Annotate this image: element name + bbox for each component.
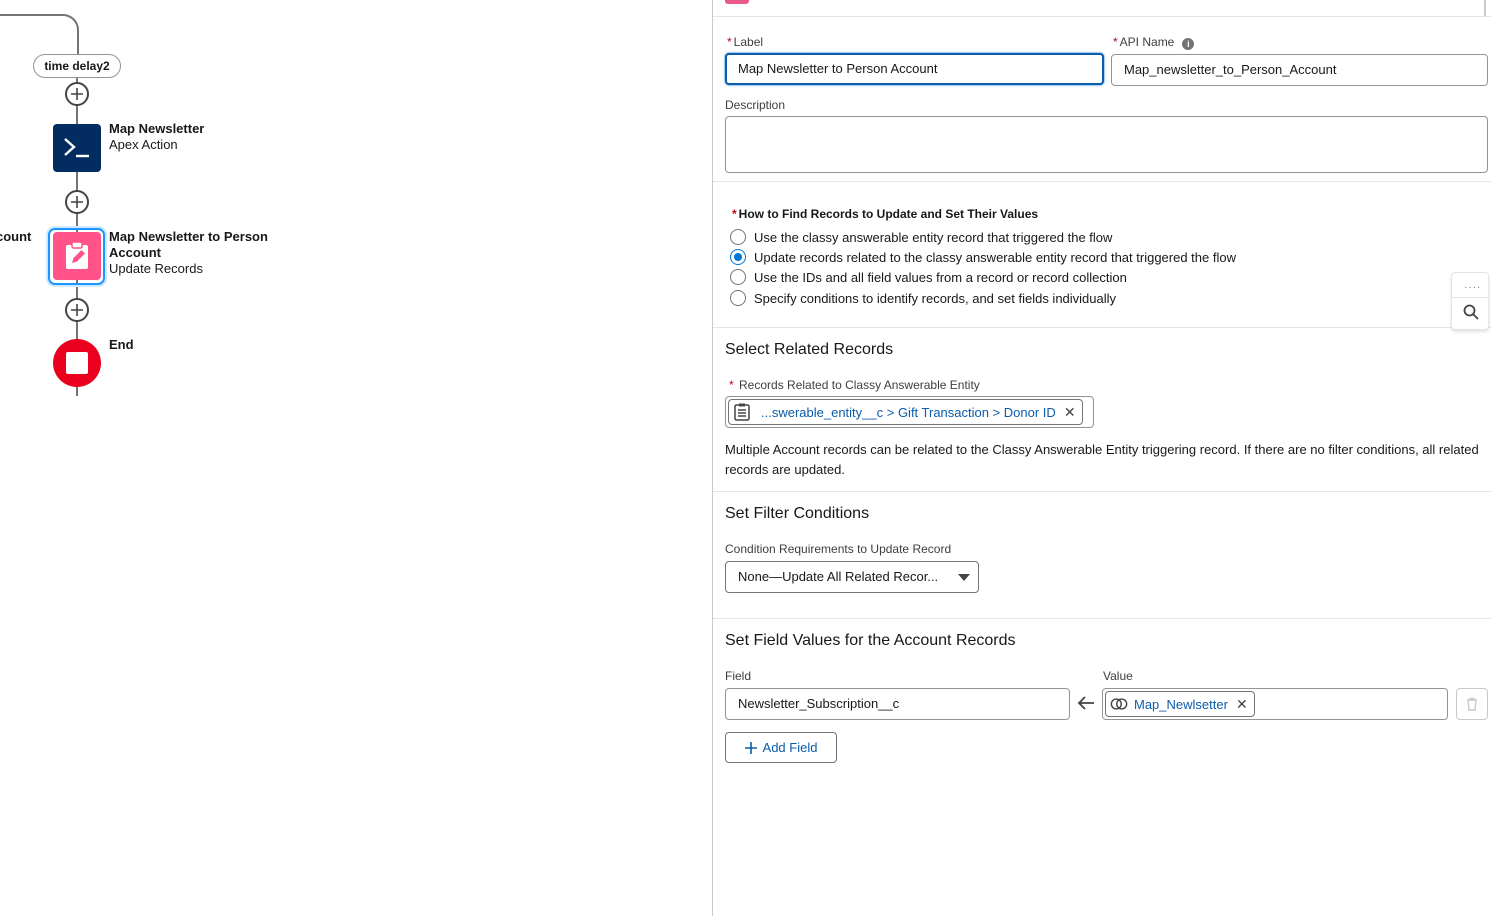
- add-element-button[interactable]: [65, 298, 89, 322]
- node-title: End: [109, 337, 134, 352]
- radio-option-ids-field-values[interactable]: Use the IDs and all field values from a …: [730, 269, 1127, 285]
- panel-header: [713, 0, 1491, 17]
- add-field-button[interactable]: Add Field: [725, 732, 837, 763]
- remove-token-icon[interactable]: ✕: [1236, 696, 1248, 713]
- divider: [713, 181, 1491, 182]
- node-subtitle: Update Records: [109, 261, 203, 276]
- time-delay-pill[interactable]: time delay2: [33, 54, 121, 78]
- flow-canvas[interactable]: time delay2 Map Newsletter Apex Action c…: [0, 0, 712, 916]
- divider: [1452, 297, 1490, 298]
- related-records-field-label: * Records Related to Classy Answerable E…: [729, 378, 980, 392]
- select-value: None—Update All Related Recor...: [738, 569, 939, 584]
- info-icon[interactable]: i: [1182, 38, 1195, 50]
- condition-requirements-label: Condition Requirements to Update Record: [725, 542, 952, 556]
- radio-button-selected[interactable]: [730, 249, 746, 265]
- radio-button[interactable]: [730, 229, 746, 245]
- radio-option-triggering-record[interactable]: Use the classy answerable entity record …: [730, 229, 1112, 245]
- scrollbar[interactable]: [1484, 0, 1486, 16]
- plus-icon: [71, 304, 83, 316]
- node-title: Map Newsletter: [109, 121, 205, 136]
- value-column-label: Value: [1103, 669, 1133, 683]
- related-records-token[interactable]: ...swerable_entity__c > Gift Transaction…: [728, 399, 1083, 425]
- apex-action-node[interactable]: [53, 124, 101, 172]
- record-collection-icon: [733, 403, 751, 421]
- offscreen-node-label: count: [0, 229, 32, 244]
- label-field-label: * Label: [727, 35, 764, 49]
- how-to-find-title: * How to Find Records to Update and Set T…: [732, 207, 1039, 221]
- apex-action-icon: [64, 138, 89, 158]
- description-field-label: Description: [725, 98, 786, 112]
- plus-icon: [71, 196, 83, 208]
- filter-conditions-title: Set Filter Conditions: [725, 505, 870, 522]
- token-text: Map_Newlsetter: [1134, 696, 1228, 712]
- condition-requirements-select[interactable]: None—Update All Related Recor...: [725, 561, 979, 593]
- token-text: ...swerable_entity__c > Gift Transaction…: [761, 404, 1056, 420]
- radio-label: Specify conditions to identify records, …: [754, 290, 1117, 306]
- plus-icon: [744, 741, 757, 754]
- radio-label: Use the classy answerable entity record …: [754, 229, 1113, 245]
- drag-handle-icon[interactable]: ····: [1464, 282, 1481, 293]
- divider: [713, 327, 1491, 328]
- search-icon[interactable]: [1463, 304, 1479, 325]
- connector-curve: [0, 14, 79, 56]
- update-records-node[interactable]: [53, 232, 101, 280]
- chevron-down-icon: [958, 574, 970, 581]
- update-records-icon: [66, 241, 88, 269]
- field-input[interactable]: Newsletter_Subscription__c: [725, 688, 1070, 720]
- properties-panel: * Label Map Newsletter to Person Account …: [712, 0, 1491, 916]
- arrow-left-icon: [1075, 692, 1097, 714]
- field-column-label: Field: [725, 669, 752, 683]
- radio-label: Update records related to the classy ans…: [754, 249, 1236, 265]
- select-related-title: Select Related Records: [725, 341, 894, 358]
- add-element-button[interactable]: [65, 82, 89, 106]
- radio-option-related-records[interactable]: Update records related to the classy ans…: [730, 249, 1236, 265]
- description-textarea[interactable]: [725, 116, 1488, 173]
- label-input[interactable]: Map Newsletter to Person Account: [725, 53, 1104, 85]
- field-values-title: Set Field Values for the Account Records: [725, 632, 1016, 649]
- end-node-label: End: [109, 337, 134, 353]
- radio-button[interactable]: [730, 290, 746, 306]
- apex-action-node-label: Map Newsletter Apex Action: [109, 121, 204, 153]
- radio-option-specify-conditions[interactable]: Specify conditions to identify records, …: [730, 290, 1116, 306]
- end-node[interactable]: [53, 339, 101, 387]
- end-icon: [66, 352, 88, 374]
- remove-token-icon[interactable]: ✕: [1064, 404, 1076, 421]
- trash-icon: [1467, 697, 1477, 711]
- related-records-help-text: Multiple Account records can be related …: [725, 442, 1479, 477]
- add-field-label: Add Field: [762, 740, 818, 755]
- radio-label: Use the IDs and all field values from a …: [754, 269, 1127, 285]
- delete-row-button[interactable]: [1456, 688, 1488, 720]
- node-title: Map Newsletter to Person Account: [109, 229, 268, 260]
- floating-toolbar: ····: [1451, 272, 1490, 330]
- update-records-node-label: Map Newsletter to Person Account Update …: [109, 229, 299, 277]
- divider: [713, 618, 1491, 619]
- plus-icon: [71, 88, 83, 100]
- divider: [713, 491, 1491, 492]
- add-element-button[interactable]: [65, 190, 89, 214]
- value-token[interactable]: Map_Newlsetter ✕: [1105, 691, 1255, 717]
- api-name-field-label: * API Name i: [1113, 35, 1195, 50]
- radio-button[interactable]: [730, 269, 746, 285]
- api-name-input[interactable]: Map_newsletter_to_Person_Account: [1111, 54, 1488, 86]
- variable-icon: [1110, 695, 1128, 713]
- element-type-icon: [725, 0, 749, 4]
- node-subtitle: Apex Action: [109, 137, 178, 152]
